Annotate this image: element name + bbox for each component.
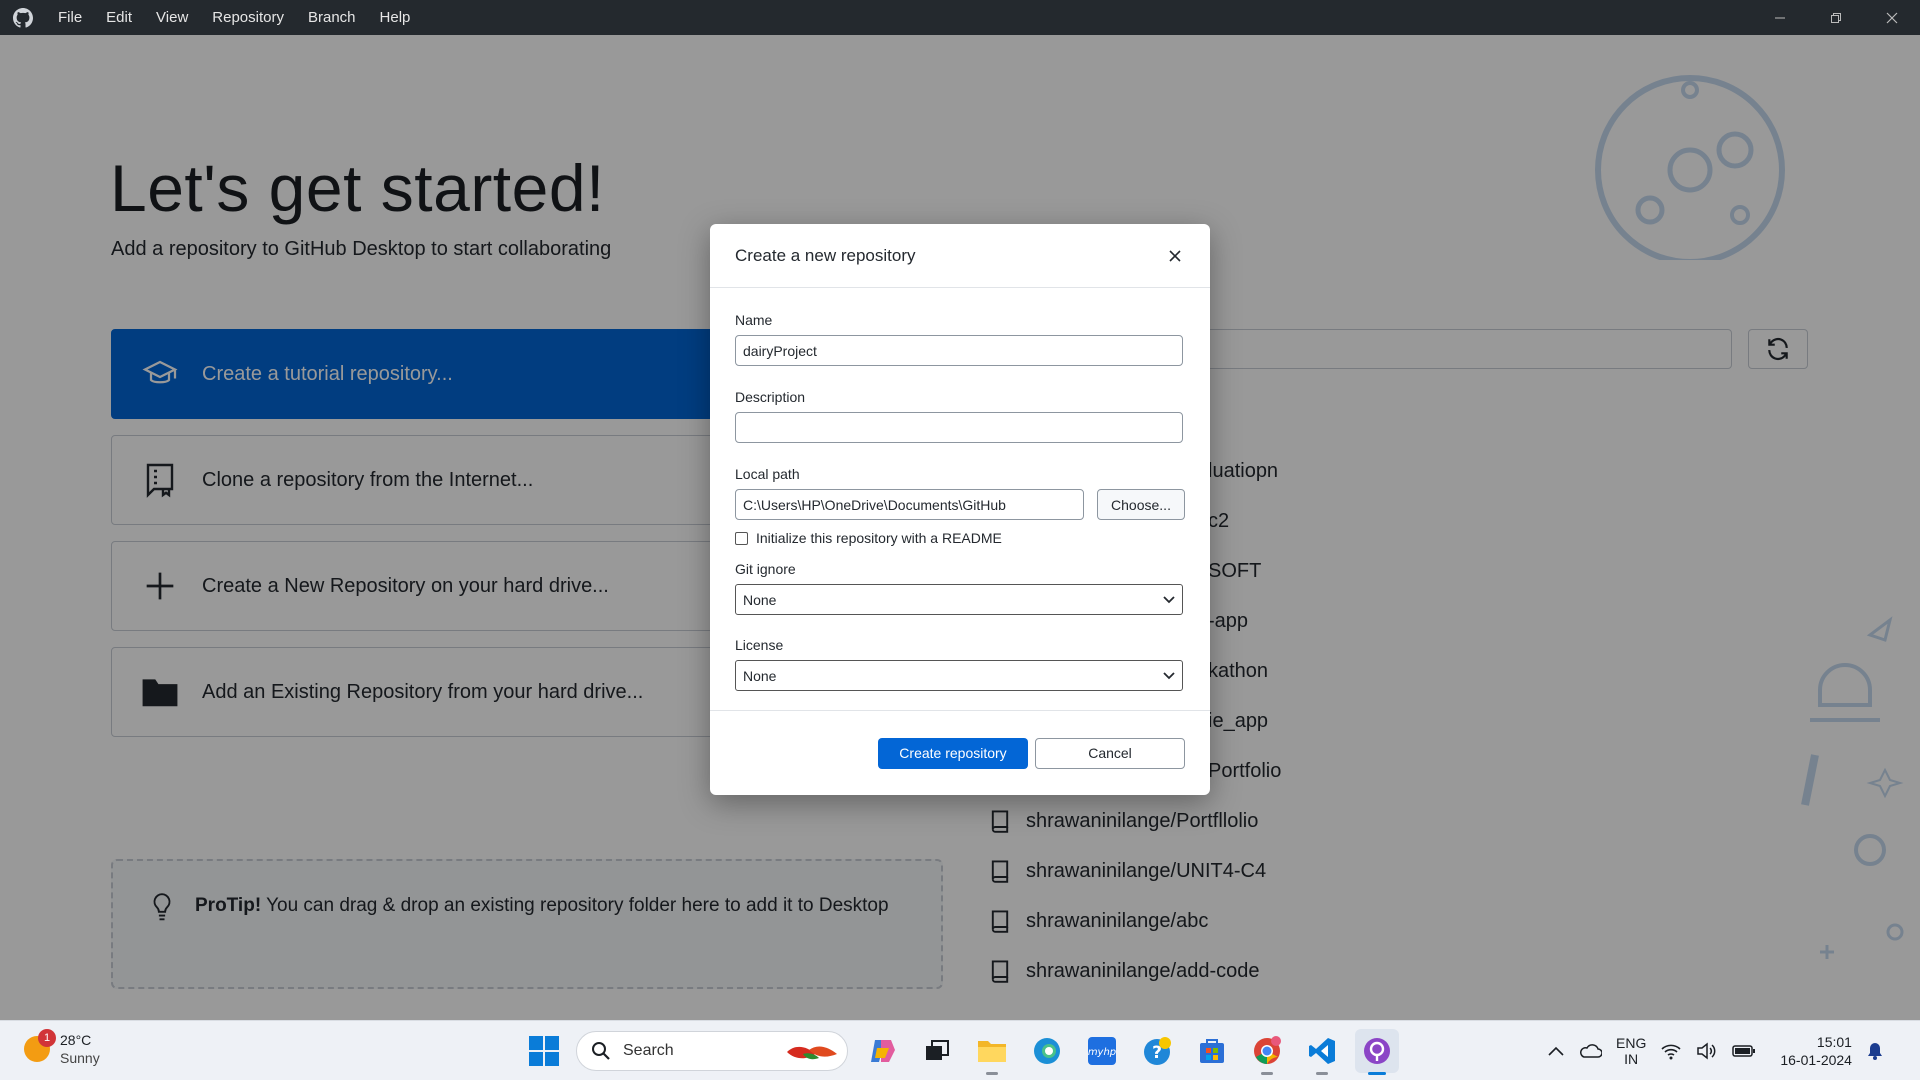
menu-repository[interactable]: Repository: [200, 0, 296, 35]
dialog-footer: Create repository Cancel: [710, 710, 1210, 795]
weather-temp: 28°C: [60, 1032, 92, 1048]
close-icon[interactable]: [1165, 246, 1185, 266]
lang-top: ENG: [1616, 1035, 1647, 1051]
dialog-body: Name dairyProject Description Local path…: [710, 288, 1210, 691]
system-tray: ENG IN 15:01 16-01-2024: [1548, 1021, 1884, 1080]
window-controls: [1752, 0, 1920, 35]
chevron-down-icon: [1163, 671, 1175, 679]
gitignore-select[interactable]: None: [735, 584, 1183, 615]
readme-label: Initialize this repository with a README: [756, 530, 1002, 546]
clock-date: 16-01-2024: [1780, 1052, 1852, 1068]
menu-help[interactable]: Help: [368, 0, 423, 35]
gitignore-value: None: [743, 591, 777, 608]
sun-icon: 1: [24, 1029, 56, 1062]
readme-checkbox-row: Initialize this repository with a README: [735, 530, 1185, 546]
notification-badge: 1: [38, 1029, 56, 1047]
cancel-button[interactable]: Cancel: [1035, 737, 1185, 769]
chevron-up-icon[interactable]: [1548, 1046, 1564, 1056]
taskbar-apps: myhp ?: [860, 1029, 1399, 1075]
title-bar: File Edit View Repository Branch Help: [0, 0, 1920, 35]
license-select[interactable]: None: [735, 660, 1183, 691]
language-indicator[interactable]: ENG IN: [1616, 1035, 1646, 1067]
menu-bar: File Edit View Repository Branch Help: [46, 0, 422, 35]
name-label: Name: [735, 312, 773, 328]
description-label: Description: [735, 389, 806, 405]
github-desktop-icon[interactable]: [1355, 1029, 1399, 1075]
local-path-input[interactable]: C:\Users\HP\OneDrive\Documents\GitHub: [735, 489, 1084, 520]
taskbar: 1 28°C Sunny Search myhp ? ENG IN 15:01 …: [0, 1020, 1920, 1080]
restore-icon[interactable]: [1808, 0, 1864, 35]
menu-branch[interactable]: Branch: [296, 0, 368, 35]
github-logo-icon: [0, 0, 46, 35]
local-path-label: Local path: [735, 466, 800, 482]
lang-bottom: IN: [1624, 1051, 1639, 1067]
clock-time: 15:01: [1816, 1034, 1852, 1050]
windows-logo-tile: [529, 1036, 543, 1050]
choose-button[interactable]: Choose...: [1097, 489, 1185, 520]
volume-icon[interactable]: [1696, 1042, 1718, 1060]
chevron-down-icon: [1163, 595, 1175, 603]
svg-text:?: ?: [1152, 1043, 1162, 1063]
minimize-icon[interactable]: [1752, 0, 1808, 35]
file-explorer-icon[interactable]: [970, 1029, 1014, 1075]
search-label: Search: [623, 1042, 674, 1059]
search-icon: [592, 1042, 610, 1060]
weather-widget[interactable]: 1 28°C Sunny: [24, 1029, 100, 1067]
copilot-app-icon[interactable]: [860, 1029, 904, 1073]
menu-file[interactable]: File: [46, 0, 94, 35]
description-input[interactable]: [735, 412, 1183, 443]
running-indicator: [1261, 1072, 1273, 1075]
close-window-icon[interactable]: [1864, 0, 1920, 35]
vscode-icon[interactable]: [1300, 1029, 1344, 1075]
menu-view[interactable]: View: [144, 0, 200, 35]
battery-icon[interactable]: [1732, 1044, 1756, 1058]
wifi-icon[interactable]: [1660, 1042, 1682, 1060]
license-value: None: [743, 667, 777, 684]
weather-desc: Sunny: [60, 1050, 100, 1066]
svg-text:myhp: myhp: [1088, 1047, 1116, 1058]
onedrive-cloud-icon[interactable]: [1578, 1043, 1602, 1059]
notification-bell-icon[interactable]: [1866, 1041, 1884, 1061]
weather-text: 28°C Sunny: [60, 1031, 100, 1067]
name-input[interactable]: dairyProject: [735, 335, 1183, 366]
start-button[interactable]: [529, 1036, 559, 1066]
chili-peppers-icon: [787, 1046, 837, 1060]
running-indicator: [986, 1072, 998, 1075]
microsoft-store-icon[interactable]: [1190, 1029, 1234, 1073]
license-label: License: [735, 637, 784, 653]
myhp-app-icon[interactable]: myhp: [1080, 1029, 1124, 1073]
chrome-browser-icon[interactable]: [1245, 1029, 1289, 1075]
readme-checkbox[interactable]: [735, 531, 748, 545]
running-indicator: [1368, 1072, 1386, 1075]
create-repo-dialog: Create a new repository Name dairyProjec…: [710, 224, 1210, 795]
edge-browser-icon[interactable]: [1025, 1029, 1069, 1073]
windows-logo-tile: [545, 1036, 559, 1050]
gitignore-label: Git ignore: [735, 561, 796, 577]
windows-logo-tile: [529, 1052, 543, 1066]
running-indicator: [1316, 1072, 1328, 1075]
menu-edit[interactable]: Edit: [94, 0, 144, 35]
taskbar-search[interactable]: Search: [576, 1031, 848, 1071]
help-app-icon[interactable]: ?: [1135, 1029, 1179, 1073]
task-view-icon[interactable]: [915, 1029, 959, 1073]
create-repository-button[interactable]: Create repository: [878, 737, 1028, 769]
dialog-header: Create a new repository: [710, 224, 1210, 288]
local-path-row: C:\Users\HP\OneDrive\Documents\GitHub Ch…: [735, 489, 1185, 520]
clock[interactable]: 15:01 16-01-2024: [1780, 1033, 1852, 1069]
dialog-title: Create a new repository: [735, 245, 916, 265]
windows-logo-tile: [545, 1052, 559, 1066]
